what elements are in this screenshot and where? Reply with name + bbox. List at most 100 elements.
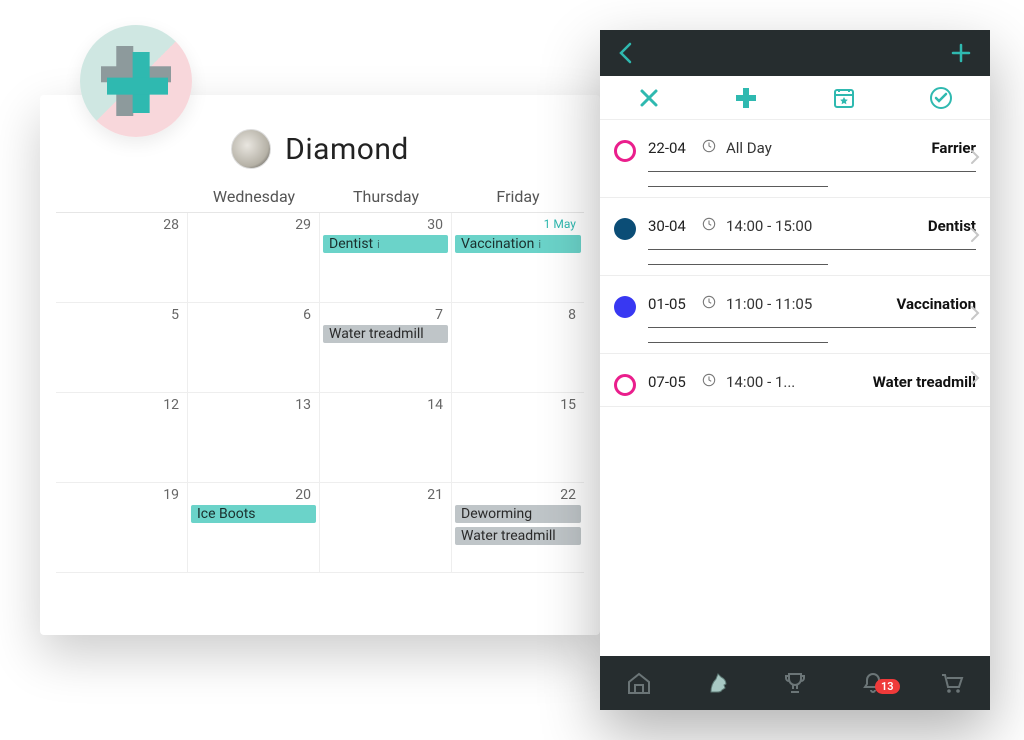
chevron-right-icon — [970, 370, 980, 390]
calendar-event[interactable]: Deworming — [455, 505, 581, 523]
calendar-cell[interactable]: 19 — [56, 483, 188, 573]
x-icon — [638, 87, 660, 109]
calendar-weekday-header: Wednesday Thursday Friday — [56, 187, 584, 213]
calendar-event[interactable]: Water treadmill — [323, 325, 448, 343]
note-line — [648, 327, 976, 328]
weekday-col-wed: Wednesday — [188, 187, 320, 206]
calendar-cell[interactable]: 28 — [56, 213, 188, 303]
mobile-tab-bar — [600, 76, 990, 120]
appointment-body: 30-04 14:00 - 15:00 Dentist — [648, 216, 976, 265]
clock-icon — [702, 294, 716, 313]
appointment-item[interactable]: 30-04 14:00 - 15:00 Dentist — [600, 198, 990, 276]
calendar-event[interactable]: Dentisti — [323, 235, 448, 253]
appointment-body: 01-0511:00 - 11:05Vaccination — [648, 294, 976, 343]
day-number: 13 — [295, 397, 311, 413]
calendar-cell[interactable]: 30 Dentisti — [320, 213, 452, 303]
calendar-event[interactable]: Water treadmill — [455, 527, 581, 545]
day-number: 15 — [560, 397, 576, 413]
horse-head-icon — [703, 669, 731, 697]
chevron-right-icon — [970, 149, 980, 169]
day-number: 7 — [435, 307, 443, 323]
medical-logo-badge — [80, 25, 192, 137]
weekday-col-thu: Thursday — [320, 187, 452, 206]
calendar-cell[interactable]: 22 Deworming Water treadmill — [452, 483, 584, 573]
day-number: 21 — [427, 487, 443, 503]
day-number: 1 May — [544, 217, 576, 231]
trophy-icon — [782, 670, 808, 696]
appointment-item[interactable]: 01-0511:00 - 11:05Vaccination — [600, 276, 990, 354]
appointment-date: 30-04 — [648, 217, 692, 235]
day-number: 29 — [295, 217, 311, 233]
tab-calendar[interactable] — [795, 76, 893, 119]
calendar-star-icon — [832, 86, 856, 110]
medical-cross-icon — [734, 86, 758, 110]
calendar-cell[interactable]: 1 May Vaccinationi — [452, 213, 584, 303]
day-number: 14 — [427, 397, 443, 413]
status-bullet — [614, 296, 636, 318]
calendar-cell[interactable]: 8 — [452, 303, 584, 393]
mobile-panel: 22-04All DayFarrier 30-04 14:00 - 15:00 Den… — [600, 30, 990, 710]
tab-done[interactable] — [893, 76, 991, 119]
day-number: 12 — [163, 397, 179, 413]
note-line — [648, 342, 828, 343]
status-bullet — [614, 374, 636, 396]
calendar-cell[interactable]: 29 — [188, 213, 320, 303]
appointment-time: 11:00 - 11:05 — [726, 295, 887, 313]
calendar-cell[interactable]: 7 Water treadmill — [320, 303, 452, 393]
appointment-title: Dentist — [928, 217, 976, 235]
day-number: 28 — [163, 217, 179, 233]
appointment-list: 22-04All DayFarrier 30-04 14:00 - 15:00 Den… — [600, 120, 990, 656]
calendar-cell[interactable]: 13 — [188, 393, 320, 483]
nav-cart[interactable] — [937, 669, 965, 697]
calendar-cell[interactable]: 15 — [452, 393, 584, 483]
tab-medical[interactable] — [698, 76, 796, 119]
calendar-cell[interactable]: 21 — [320, 483, 452, 573]
day-number: 6 — [303, 307, 311, 323]
calendar-cell[interactable]: 14 — [320, 393, 452, 483]
horse-name: Diamond — [285, 132, 409, 167]
tab-close[interactable] — [600, 76, 698, 119]
day-number: 19 — [163, 487, 179, 503]
appointment-date: 01-05 — [648, 295, 692, 313]
calendar-cell[interactable]: 5 — [56, 303, 188, 393]
info-icon: i — [377, 238, 380, 251]
weekday-col-blank — [56, 187, 188, 206]
nav-notifications[interactable]: 13 — [859, 669, 887, 697]
note-line — [648, 186, 828, 187]
horse-avatar[interactable] — [231, 129, 271, 169]
nav-trophy[interactable] — [781, 669, 809, 697]
clock-icon — [702, 216, 716, 235]
day-number: 30 — [427, 217, 443, 233]
appointment-date: 07-05 — [648, 373, 692, 391]
chevron-right-icon — [970, 305, 980, 325]
day-number: 20 — [295, 487, 311, 503]
appointment-item[interactable]: 22-04All DayFarrier — [600, 120, 990, 198]
calendar-cell[interactable]: 20 Ice Boots — [188, 483, 320, 573]
note-line — [648, 171, 976, 172]
appointment-body: 22-04All DayFarrier — [648, 138, 976, 187]
day-number: 8 — [568, 307, 576, 323]
appointment-time: 14:00 - 15:00 — [726, 217, 918, 235]
day-number: 5 — [171, 307, 179, 323]
mobile-topbar — [600, 30, 990, 76]
calendar-event[interactable]: Ice Boots — [191, 505, 316, 523]
calendar-cell[interactable]: 12 — [56, 393, 188, 483]
info-icon: i — [538, 238, 541, 251]
back-button[interactable] — [618, 42, 632, 64]
nav-barn[interactable] — [625, 669, 653, 697]
note-line — [648, 249, 976, 250]
clock-icon — [702, 372, 716, 391]
calendar-grid: 28 29 30 Dentisti 1 May Vaccinationi 5 6 7 Water … — [56, 213, 584, 573]
appointment-item[interactable]: 07-05 14:00 - 1... Water treadmill — [600, 354, 990, 407]
add-button[interactable] — [950, 42, 972, 64]
status-bullet — [614, 140, 636, 162]
calendar-event[interactable]: Vaccinationi — [455, 235, 581, 253]
calendar-panel: Diamond Wednesday Thursday Friday 28 29 30… — [40, 95, 600, 635]
chevron-right-icon — [970, 227, 980, 247]
nav-horse[interactable] — [703, 669, 731, 697]
day-number: 22 — [560, 487, 576, 503]
appointment-time: 14:00 - 1... — [726, 373, 863, 391]
calendar-cell[interactable]: 6 — [188, 303, 320, 393]
appointment-title: Water treadmill — [873, 373, 976, 391]
appointment-time: All Day — [726, 139, 921, 157]
